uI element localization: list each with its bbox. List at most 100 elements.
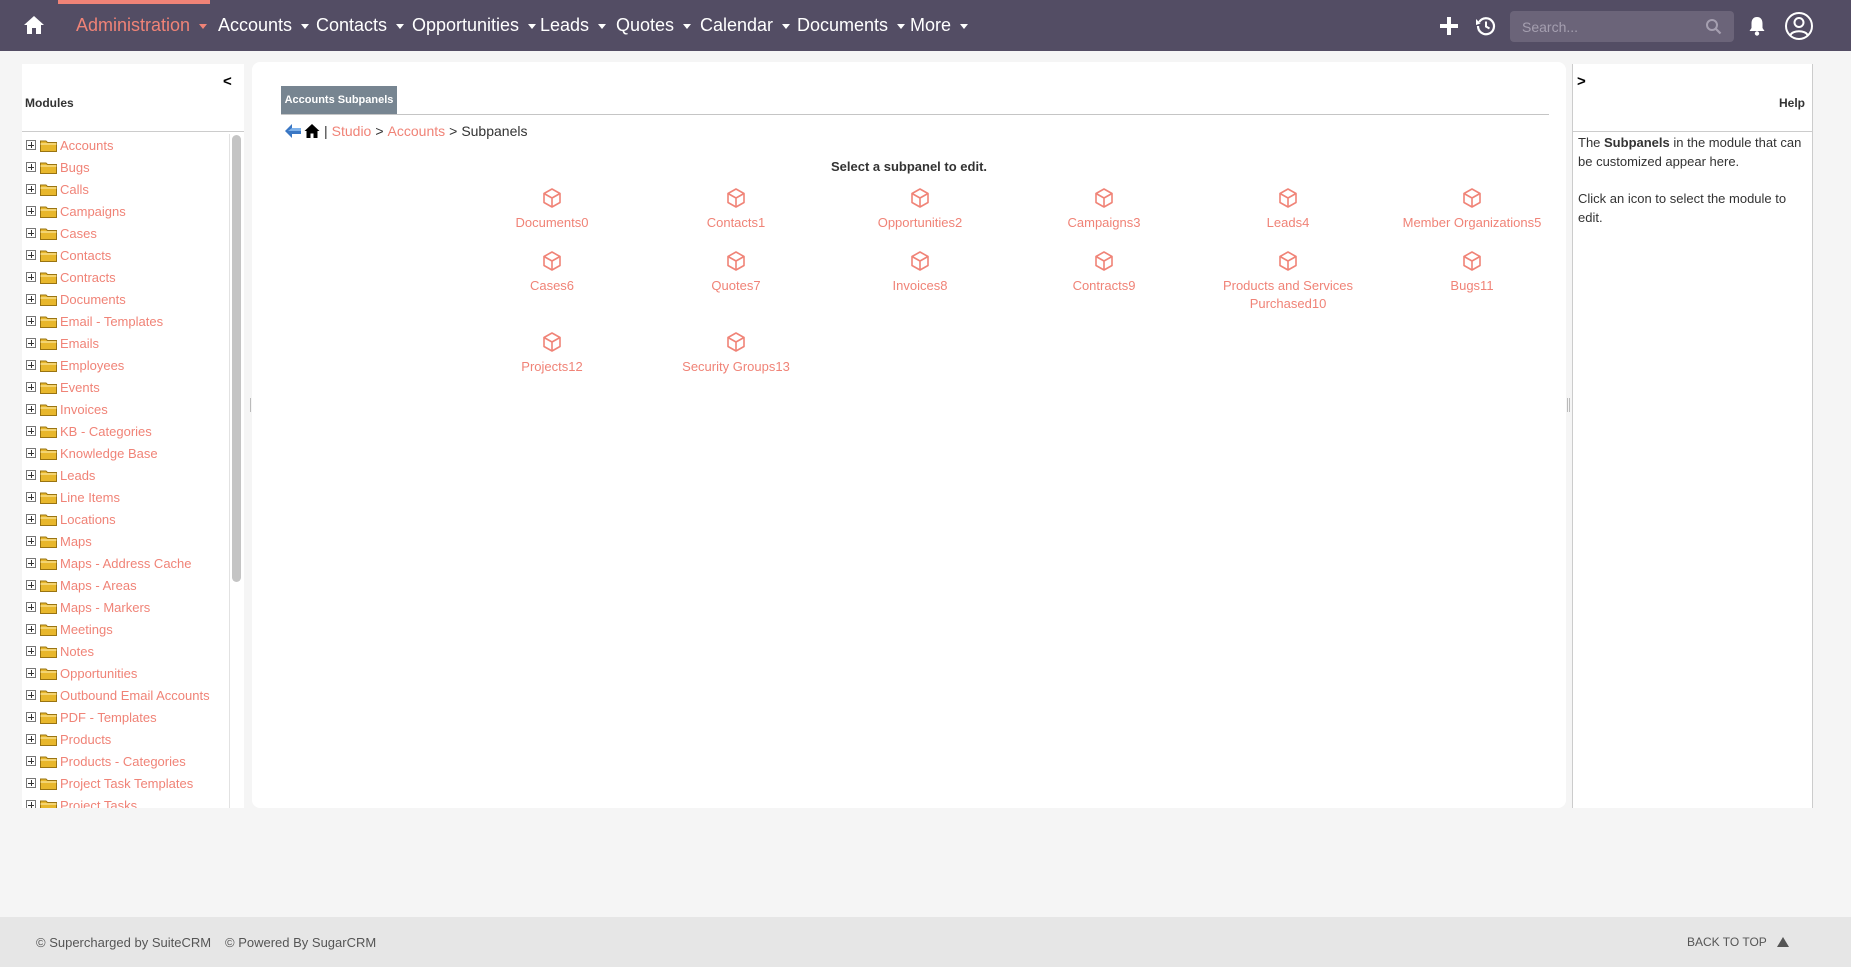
tree-item-label[interactable]: Maps - Areas [60, 578, 137, 593]
tree-item-employees[interactable]: Employees [26, 354, 236, 376]
tree-item-label[interactable]: Calls [60, 182, 89, 197]
tree-item-email-templates[interactable]: Email - Templates [26, 310, 236, 332]
tree-item-label[interactable]: Emails [60, 336, 99, 351]
tree-item-label[interactable]: Events [60, 380, 100, 395]
expand-plus-icon[interactable] [26, 338, 36, 348]
tree-item-label[interactable]: Cases [60, 226, 97, 241]
expand-plus-icon[interactable] [26, 404, 36, 414]
tree-item-label[interactable]: Bugs [60, 160, 90, 175]
tree-item-label[interactable]: Contacts [60, 248, 111, 263]
nav-accounts[interactable]: Accounts [218, 15, 310, 36]
tree-item-maps[interactable]: Maps [26, 530, 236, 552]
expand-plus-icon[interactable] [26, 734, 36, 744]
expand-plus-icon[interactable] [26, 756, 36, 766]
expand-plus-icon[interactable] [26, 558, 36, 568]
tree-item-contracts[interactable]: Contracts [26, 266, 236, 288]
expand-plus-icon[interactable] [26, 514, 36, 524]
search-box[interactable] [1510, 11, 1734, 42]
expand-plus-icon[interactable] [26, 162, 36, 172]
subpanel-tile[interactable]: Opportunities2 [828, 187, 1012, 232]
tree-item-label[interactable]: KB - Categories [60, 424, 152, 439]
tree-item-locations[interactable]: Locations [26, 508, 236, 530]
tree-item-label[interactable]: Campaigns [60, 204, 126, 219]
subpanel-tile[interactable]: Contracts9 [1012, 250, 1196, 295]
tab-accounts-subpanels[interactable]: Accounts Subpanels [281, 86, 397, 114]
expand-plus-icon[interactable] [26, 140, 36, 150]
collapse-left-panel-button[interactable]: < [223, 73, 232, 90]
tree-item-label[interactable]: Locations [60, 512, 116, 527]
tree-item-accounts[interactable]: Accounts [26, 134, 236, 156]
subpanel-label[interactable]: Leads4 [1196, 214, 1380, 232]
tree-item-label[interactable]: Project Task Templates [60, 776, 193, 791]
tree-item-products-categories[interactable]: Products - Categories [26, 750, 236, 772]
tree-item-label[interactable]: Maps [60, 534, 92, 549]
tree-item-label[interactable]: Maps - Address Cache [60, 556, 192, 571]
tree-item-notes[interactable]: Notes [26, 640, 236, 662]
subpanel-tile[interactable]: Contacts1 [644, 187, 828, 232]
expand-plus-icon[interactable] [26, 316, 36, 326]
expand-plus-icon[interactable] [26, 360, 36, 370]
subpanel-label[interactable]: Campaigns3 [1012, 214, 1196, 232]
right-resize-handle[interactable] [1567, 398, 1570, 412]
expand-plus-icon[interactable] [26, 184, 36, 194]
subpanel-label[interactable]: Projects12 [460, 358, 644, 376]
expand-plus-icon[interactable] [26, 448, 36, 458]
tree-item-label[interactable]: Documents [60, 292, 126, 307]
subpanel-label[interactable]: Contacts1 [644, 214, 828, 232]
expand-right-panel-button[interactable]: > [1577, 73, 1586, 90]
tree-item-events[interactable]: Events [26, 376, 236, 398]
nav-contacts[interactable]: Contacts [316, 15, 405, 36]
tree-item-leads[interactable]: Leads [26, 464, 236, 486]
expand-plus-icon[interactable] [26, 470, 36, 480]
tree-item-maps-markers[interactable]: Maps - Markers [26, 596, 236, 618]
expand-plus-icon[interactable] [26, 712, 36, 722]
tree-item-emails[interactable]: Emails [26, 332, 236, 354]
expand-plus-icon[interactable] [26, 382, 36, 392]
tree-item-label[interactable]: Maps - Markers [60, 600, 150, 615]
expand-plus-icon[interactable] [26, 580, 36, 590]
nav-calendar[interactable]: Calendar [700, 15, 791, 36]
subpanel-tile[interactable]: Member Organizations5 [1380, 187, 1564, 232]
subpanel-tile[interactable]: Bugs11 [1380, 250, 1564, 295]
expand-plus-icon[interactable] [26, 492, 36, 502]
subpanel-label[interactable]: Products and Services Purchased10 [1196, 277, 1380, 313]
subpanel-tile[interactable]: Products and Services Purchased10 [1196, 250, 1380, 313]
tree-item-label[interactable]: Opportunities [60, 666, 137, 681]
tree-item-label[interactable]: Invoices [60, 402, 108, 417]
expand-plus-icon[interactable] [26, 602, 36, 612]
subpanel-label[interactable]: Member Organizations5 [1380, 214, 1564, 232]
expand-plus-icon[interactable] [26, 624, 36, 634]
history-icon[interactable] [1474, 14, 1498, 38]
nav-administration[interactable]: Administration [76, 15, 208, 36]
tree-item-contacts[interactable]: Contacts [26, 244, 236, 266]
subpanel-tile[interactable]: Campaigns3 [1012, 187, 1196, 232]
nav-leads[interactable]: Leads [540, 15, 607, 36]
expand-plus-icon[interactable] [26, 250, 36, 260]
tree-item-label[interactable]: Leads [60, 468, 95, 483]
subpanel-tile[interactable]: Documents0 [460, 187, 644, 232]
tree-item-bugs[interactable]: Bugs [26, 156, 236, 178]
tree-item-maps-areas[interactable]: Maps - Areas [26, 574, 236, 596]
nav-more[interactable]: More [910, 15, 969, 36]
expand-plus-icon[interactable] [26, 668, 36, 678]
tree-item-label[interactable]: Project Tasks [60, 798, 137, 809]
subpanel-label[interactable]: Cases6 [460, 277, 644, 295]
tree-item-label[interactable]: Contracts [60, 270, 116, 285]
tree-item-line-items[interactable]: Line Items [26, 486, 236, 508]
search-icon[interactable] [1705, 18, 1722, 35]
scrollbar-thumb[interactable] [232, 135, 241, 582]
back-arrow-icon[interactable] [284, 123, 302, 139]
expand-plus-icon[interactable] [26, 272, 36, 282]
tree-item-meetings[interactable]: Meetings [26, 618, 236, 640]
nav-documents[interactable]: Documents [797, 15, 906, 36]
expand-plus-icon[interactable] [26, 536, 36, 546]
tree-item-campaigns[interactable]: Campaigns [26, 200, 236, 222]
tree-item-label[interactable]: Accounts [60, 138, 113, 153]
expand-plus-icon[interactable] [26, 800, 36, 808]
tree-item-label[interactable]: Knowledge Base [60, 446, 158, 461]
user-icon[interactable] [1784, 11, 1814, 41]
suitecrm-credit-link[interactable]: © Supercharged by SuiteCRM [36, 935, 211, 950]
tree-item-kb-categories[interactable]: KB - Categories [26, 420, 236, 442]
subpanel-tile[interactable]: Projects12 [460, 331, 644, 376]
subpanel-label[interactable]: Documents0 [460, 214, 644, 232]
